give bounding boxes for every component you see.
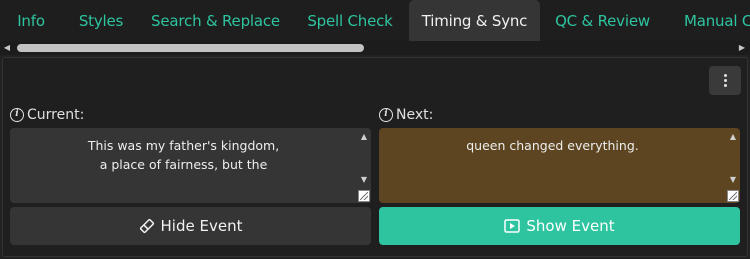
show-event-button[interactable]: Show Event	[379, 207, 740, 245]
tab-styles[interactable]: Styles	[62, 0, 140, 41]
current-text-line: a place of fairness, but the	[99, 157, 268, 172]
vertical-ellipsis-icon	[723, 74, 727, 87]
current-label: i Current:	[10, 106, 84, 124]
tab-scrollbar[interactable]: ◀ ▶	[0, 41, 750, 55]
tab-bar: Info Styles Search & Replace Spell Check…	[0, 0, 750, 41]
tab-timing-sync[interactable]: Timing & Sync	[409, 0, 540, 41]
resize-handle-icon[interactable]	[358, 190, 370, 202]
resize-handle-icon[interactable]	[727, 190, 739, 202]
scroll-right-arrow-icon[interactable]: ▶	[737, 43, 747, 53]
hide-event-label: Hide Event	[160, 217, 243, 235]
tab-search-replace[interactable]: Search & Replace	[140, 0, 291, 41]
show-event-label: Show Event	[526, 217, 615, 235]
info-icon: i	[10, 108, 24, 122]
current-event-textarea[interactable]: This was my father's kingdom, a place of…	[10, 128, 371, 203]
more-options-button[interactable]	[709, 66, 741, 95]
scrollbar-thumb[interactable]	[17, 44, 364, 52]
tab-qc-review[interactable]: QC & Review	[540, 0, 665, 41]
scroll-down-arrow-icon[interactable]: ▼	[359, 175, 369, 185]
hide-event-button[interactable]: Hide Event	[10, 207, 371, 245]
eraser-icon	[139, 218, 154, 234]
tab-spell-check[interactable]: Spell Check	[291, 0, 409, 41]
next-text-line: queen changed everything.	[466, 138, 639, 153]
current-label-text: Current:	[27, 107, 85, 123]
current-text-line: This was my father's kingdom,	[87, 138, 280, 153]
next-event-textarea[interactable]: queen changed everything. ▲ ▼	[379, 128, 740, 203]
next-label-text: Next:	[396, 107, 434, 123]
tab-manual[interactable]: Manual C	[665, 0, 750, 41]
scroll-down-arrow-icon[interactable]: ▼	[728, 175, 738, 185]
scroll-left-arrow-icon[interactable]: ◀	[2, 43, 12, 53]
scroll-up-arrow-icon[interactable]: ▲	[359, 132, 369, 142]
next-event-text: queen changed everything.	[379, 136, 726, 155]
info-icon: i	[379, 108, 393, 122]
next-label: i Next:	[379, 106, 433, 124]
play-window-icon	[504, 219, 521, 233]
current-event-text: This was my father's kingdom, a place of…	[10, 136, 357, 174]
tab-info[interactable]: Info	[0, 0, 62, 41]
scroll-up-arrow-icon[interactable]: ▲	[728, 132, 738, 142]
